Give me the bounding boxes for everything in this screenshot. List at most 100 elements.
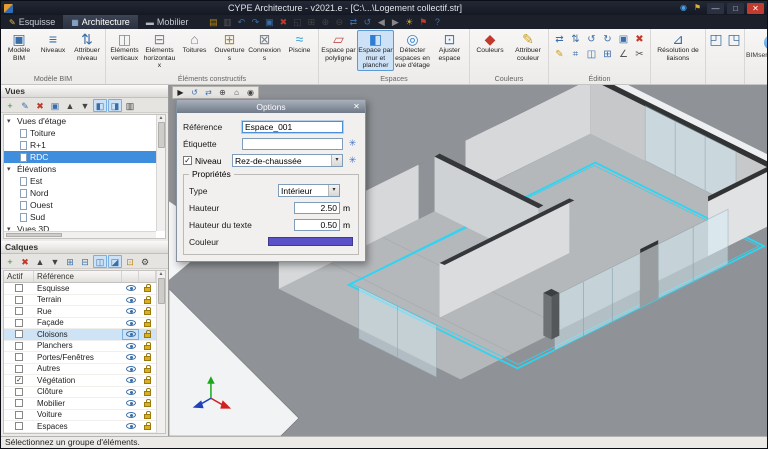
column-header-actif[interactable]: Actif: [4, 271, 34, 282]
view-tree-item[interactable]: Sud: [4, 211, 156, 223]
layer-visibility-button[interactable]: [122, 329, 139, 340]
layer-visibility-button[interactable]: [122, 364, 139, 375]
redo-icon[interactable]: ↷: [248, 16, 262, 28]
layer-visibility-button[interactable]: [122, 295, 139, 306]
rotate-icon[interactable]: ↺: [584, 33, 599, 47]
pan-icon[interactable]: ⇄: [346, 16, 360, 28]
delete-layer-icon[interactable]: ✖: [18, 255, 32, 268]
layer-active-checkbox[interactable]: [15, 353, 23, 362]
undo-icon[interactable]: ↶: [234, 16, 248, 28]
layer-lock-button[interactable]: [139, 375, 156, 386]
tab-mobilier[interactable]: ▬ Mobilier: [138, 15, 197, 29]
horizontal-elements-button[interactable]: ⊟ Éléments horizontaux: [142, 30, 177, 71]
print-view-icon[interactable]: ▥: [123, 99, 137, 112]
view-tree-group[interactable]: ▾ Vues d'étage: [4, 115, 156, 127]
space-polyline-button[interactable]: ▱ Espace par polyligne: [320, 30, 357, 63]
select-icon[interactable]: ▶: [174, 87, 187, 98]
hauteur-input[interactable]: [294, 201, 340, 214]
layer-active-checkbox[interactable]: ✓: [15, 376, 23, 385]
next-view-icon[interactable]: ▶: [388, 16, 402, 28]
zoom-window-icon[interactable]: ◱: [290, 16, 304, 28]
move-view-down-icon[interactable]: ▼: [78, 99, 92, 112]
layer-row[interactable]: ✓ Végétation: [4, 375, 156, 387]
layer-row[interactable]: Rue: [4, 306, 156, 318]
couleur-swatch[interactable]: [268, 237, 353, 246]
vues-horizontal-scrollbar[interactable]: [4, 231, 156, 238]
layer-row[interactable]: Mobilier: [4, 398, 156, 410]
divide-icon[interactable]: ⌗: [568, 48, 583, 62]
maximize-button[interactable]: □: [727, 2, 744, 14]
layer-lock-button[interactable]: [139, 341, 156, 352]
elevate-icon[interactable]: ⇅: [568, 33, 583, 47]
layer-lock-button[interactable]: [139, 352, 156, 363]
capture-icon[interactable]: ◉: [244, 87, 257, 98]
etiquette-input[interactable]: [242, 137, 343, 150]
layer-visibility-button[interactable]: [122, 387, 139, 398]
zoom-in-icon[interactable]: ⊕: [318, 16, 332, 28]
delete-view-icon[interactable]: ✖: [33, 99, 47, 112]
layer-lock-button[interactable]: [139, 364, 156, 375]
reference-input[interactable]: [242, 120, 343, 133]
measure-angle-icon[interactable]: ∠: [616, 48, 631, 62]
layer-visibility-button[interactable]: [122, 283, 139, 294]
dropdown-arrow-icon[interactable]: ▾: [328, 185, 339, 196]
view-tree-item[interactable]: RDC: [4, 151, 156, 163]
zoom-icon[interactable]: ⊕: [216, 87, 229, 98]
colors-button[interactable]: ◆ Couleurs: [471, 30, 509, 56]
adjust-space-button[interactable]: ⊡ Ajuster espace: [431, 30, 468, 63]
link-resolution-button[interactable]: ⊿ Résolution de liaisons: [652, 30, 704, 63]
layer-visibility-button[interactable]: [122, 306, 139, 317]
openings-button[interactable]: ⊞ Ouvertures: [212, 30, 247, 63]
dropdown-arrow-icon[interactable]: ▾: [331, 155, 342, 166]
layer-row[interactable]: Espaces: [4, 421, 156, 433]
vertical-elements-button[interactable]: ◫ Éléments verticaux: [107, 30, 142, 63]
dialog-close-button[interactable]: ✕: [350, 101, 363, 112]
opening-link-tool-button[interactable]: ◳: [725, 30, 743, 48]
layer-row[interactable]: Portes/Fenêtres: [4, 352, 156, 364]
show-elements-icon[interactable]: ◧: [93, 98, 107, 112]
delete-icon[interactable]: ✖: [632, 33, 647, 47]
layer-visibility-button[interactable]: [122, 398, 139, 409]
layer-active-checkbox[interactable]: [15, 318, 23, 327]
print-icon[interactable]: ▥: [220, 16, 234, 28]
move-icon[interactable]: ⇄: [552, 33, 567, 47]
layer-active-checkbox[interactable]: [15, 422, 23, 431]
detect-spaces-button[interactable]: ◎ Détecter espaces en vue d'étage: [394, 30, 431, 71]
chevron-down-icon[interactable]: ▾: [7, 165, 14, 173]
layer-active-checkbox[interactable]: [15, 341, 23, 350]
edit-icon[interactable]: ✎: [552, 48, 567, 62]
niveau-options-icon[interactable]: ✳: [346, 155, 359, 166]
view-tree-item[interactable]: R+1: [4, 139, 156, 151]
layer-lock-button[interactable]: [139, 306, 156, 317]
layer-active-checkbox[interactable]: [15, 284, 23, 293]
assign-color-button[interactable]: ✎ Attribuer couleur: [509, 30, 547, 63]
layer-visibility-button[interactable]: [122, 352, 139, 363]
view-tree-item[interactable]: Est: [4, 175, 156, 187]
levels-button[interactable]: ≡ Niveaux: [36, 30, 70, 56]
hauteur-texte-input[interactable]: [294, 218, 340, 231]
edit-view-icon[interactable]: ✎: [18, 99, 32, 112]
show-all-layers-icon[interactable]: ◫: [93, 254, 107, 268]
copy-icon[interactable]: ▣: [262, 16, 276, 28]
layer-lock-button[interactable]: [139, 421, 156, 432]
assign-level-button[interactable]: ⇅ Attribuer niveau: [70, 30, 104, 63]
view-tree-item[interactable]: Toiture: [4, 127, 156, 139]
layer-active-checkbox[interactable]: [15, 399, 23, 408]
connections-button[interactable]: ⊠ Connexions: [247, 30, 282, 63]
mirror-icon[interactable]: ◫: [584, 48, 599, 62]
layer-config-icon[interactable]: ⚙: [138, 255, 152, 268]
tab-esquisse[interactable]: ✎ Esquisse: [1, 15, 63, 29]
minimize-button[interactable]: —: [707, 2, 724, 14]
layer-row[interactable]: Voiture: [4, 410, 156, 421]
add-layer-icon[interactable]: +: [3, 255, 17, 268]
view-tree-group[interactable]: ▾ Élévations: [4, 163, 156, 175]
layer-row[interactable]: Façade: [4, 318, 156, 329]
layer-row[interactable]: Terrain: [4, 295, 156, 306]
calques-vertical-scrollbar[interactable]: ▲: [156, 271, 165, 433]
sun-icon[interactable]: ☀: [402, 16, 416, 28]
layer-lock-button[interactable]: [139, 398, 156, 409]
orbit-icon[interactable]: ↺: [360, 16, 374, 28]
help-icon[interactable]: ?: [430, 16, 444, 28]
layer-lock-button[interactable]: [139, 295, 156, 306]
chevron-down-icon[interactable]: ▾: [7, 117, 14, 125]
